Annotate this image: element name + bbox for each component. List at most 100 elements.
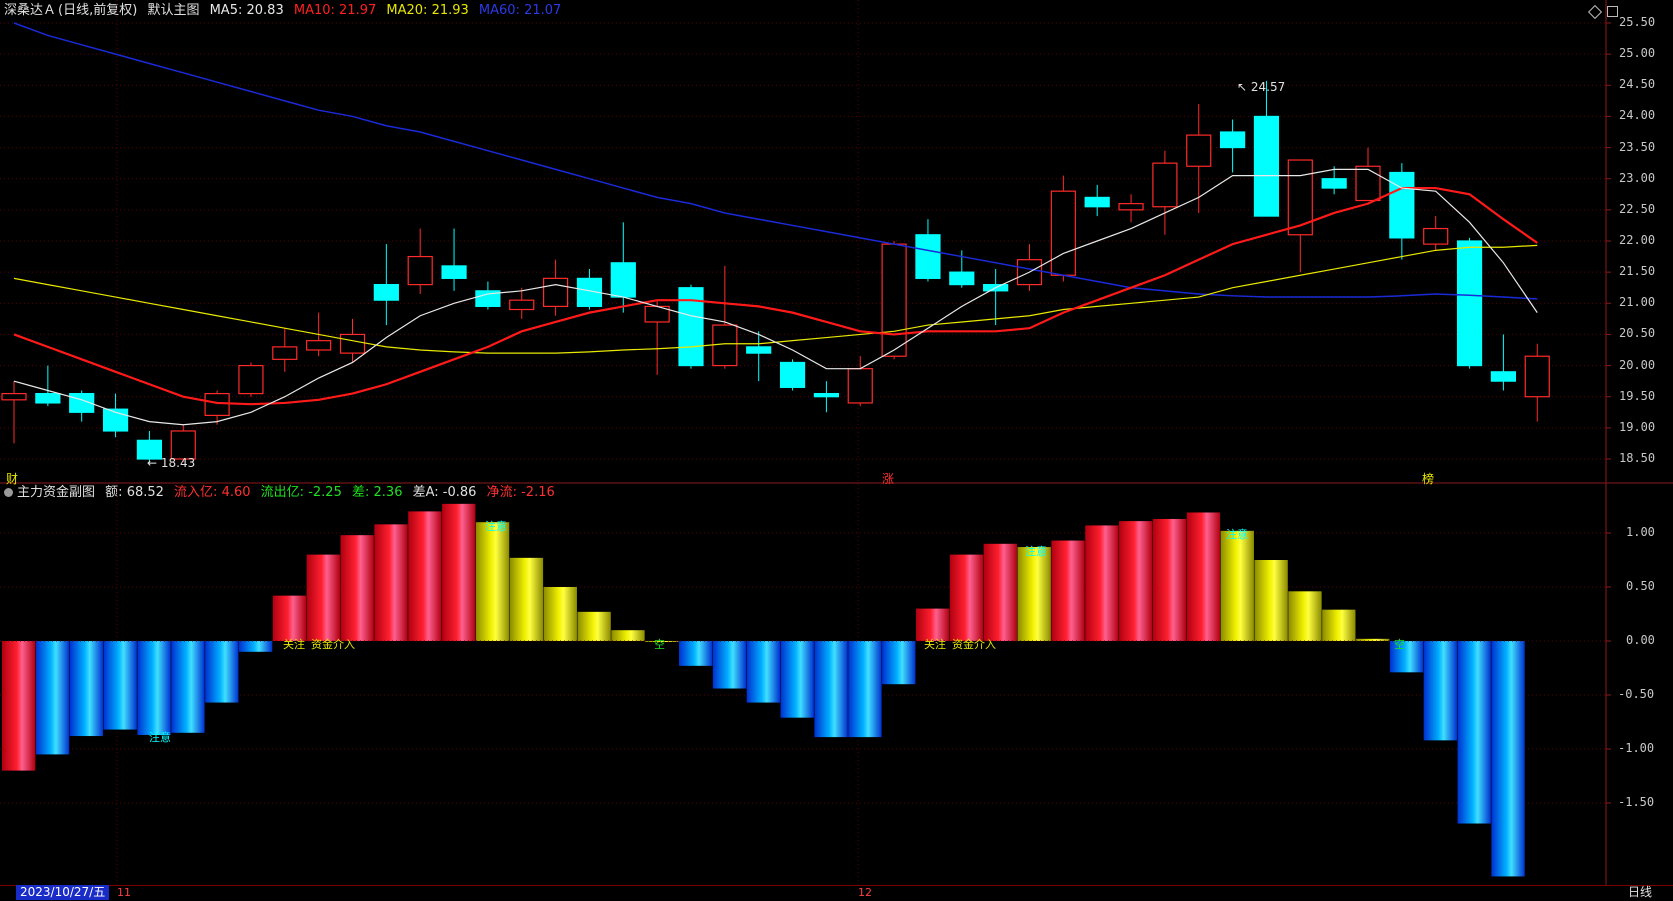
fund-axis-label: 0.00 — [1626, 633, 1655, 647]
capital-in-label-2: 资金介入 — [952, 638, 996, 651]
candle-up — [1, 393, 27, 401]
zhang-marker: 涨 — [882, 472, 895, 486]
candle-down — [1389, 171, 1415, 239]
candle-down — [779, 361, 806, 388]
fund-bar-blue — [1457, 641, 1491, 824]
fund-bar-yellow — [475, 522, 510, 641]
candle-down — [35, 393, 61, 404]
fund-axis-label: -1.00 — [1618, 741, 1655, 755]
candle-down — [1253, 115, 1280, 217]
candle-up — [542, 277, 569, 308]
fund-bar-yellow — [1288, 591, 1322, 641]
price-axis-label: 25.50 — [1619, 15, 1656, 29]
fund-axis-label: 1.00 — [1626, 525, 1655, 539]
candle-down — [915, 234, 941, 279]
fund-bar-red — [2, 641, 36, 771]
price-axis-label: 22.00 — [1619, 233, 1656, 247]
candle-down — [373, 284, 399, 301]
fund-axis-label: 0.50 — [1626, 579, 1655, 593]
bang-marker: 榜 — [1422, 472, 1435, 486]
fund-bar-blue — [205, 641, 239, 703]
candle-down — [1490, 371, 1517, 382]
fund-bar-blue — [780, 641, 814, 718]
candle-down — [949, 271, 975, 286]
fund-bar-blue — [1491, 641, 1525, 877]
price-axis-label: 25.00 — [1619, 46, 1656, 61]
fund-bar-blue — [137, 641, 171, 735]
period-selector[interactable]: 日线 — [1628, 885, 1652, 900]
candle-up — [407, 255, 433, 286]
fund-bar-red — [408, 511, 442, 641]
fund-bar-red — [1051, 540, 1085, 641]
bottom-time-axis — [0, 885, 1673, 901]
candle-up — [1524, 355, 1550, 398]
candle-down — [813, 393, 840, 398]
fund-bar-blue — [882, 641, 916, 685]
candle-up — [170, 430, 196, 460]
candle-down — [1219, 131, 1246, 149]
capital-in-label-1: 资金介入 — [311, 638, 355, 651]
fund-bar-red — [949, 554, 984, 641]
price-axis-label: 24.50 — [1619, 77, 1656, 92]
fund-bar-red — [1085, 525, 1119, 641]
candle-up — [1423, 227, 1449, 245]
fund-bar-red — [306, 554, 340, 641]
fund-bar-blue — [35, 641, 70, 755]
fund-bar-yellow — [509, 557, 544, 641]
fund-bar-yellow — [1017, 547, 1051, 641]
candle-down — [1456, 240, 1483, 367]
candle-up — [1118, 203, 1144, 211]
price-axis-label: 21.50 — [1619, 264, 1656, 279]
attention-label-2: 注意 — [485, 520, 507, 533]
fund-bar-red — [1186, 512, 1221, 641]
candle-up — [272, 346, 298, 360]
fund-bar-red — [374, 524, 408, 641]
empty-label-1: 空 — [654, 638, 665, 651]
fund-bar-red — [442, 503, 476, 641]
candle-up — [881, 243, 907, 357]
fund-bar-red — [1152, 518, 1187, 641]
candle-up — [1050, 190, 1076, 276]
month-label-11: 11 — [117, 886, 131, 899]
candle-up — [339, 333, 366, 354]
fund-axis-label: -0.50 — [1618, 687, 1655, 701]
fund-bar-blue — [848, 641, 882, 738]
focus-label-2: 关注 — [924, 638, 946, 651]
date-readout: 2023/10/27/五 — [16, 885, 110, 900]
candle-down — [746, 346, 772, 354]
candle-up — [847, 368, 873, 404]
fund-bar-blue — [238, 641, 273, 652]
fund-bar-blue — [69, 641, 104, 737]
focus-label-1: 关注 — [283, 638, 305, 651]
fund-bar-red — [272, 595, 307, 641]
candle-up — [238, 364, 264, 395]
candle-up — [204, 393, 230, 417]
attention-label-4: 注意 — [1226, 528, 1248, 541]
candle-up — [712, 324, 738, 367]
fund-bar-red — [983, 543, 1017, 641]
price-axis-label: 21.00 — [1619, 295, 1656, 310]
fund-bar-yellow — [577, 611, 611, 641]
fund-bar-blue — [1423, 641, 1458, 741]
fund-bar-red — [1119, 521, 1153, 641]
price-chart[interactable] — [0, 0, 1673, 900]
candle-up — [1186, 134, 1212, 167]
fund-bar-yellow — [1254, 560, 1288, 641]
cai-marker: 财 — [6, 472, 19, 486]
candle-up — [1287, 159, 1313, 236]
candle-down — [1321, 178, 1347, 189]
price-axis-label: 22.50 — [1619, 201, 1656, 216]
price-axis-label: 24.00 — [1619, 108, 1656, 123]
candle-up — [1152, 162, 1178, 208]
fund-bar-yellow — [1220, 530, 1254, 641]
fund-bar-blue — [814, 641, 848, 738]
fund-bar-yellow — [1322, 609, 1356, 641]
fund-bar-yellow — [543, 587, 577, 641]
month-label-12: 12 — [858, 886, 872, 899]
fund-bar-yellow — [611, 630, 645, 641]
attention-label-3: 注意 — [1025, 545, 1047, 558]
empty-label-2: 空 — [1394, 638, 1405, 651]
price-axis-label: 20.50 — [1619, 326, 1656, 341]
attention-label-1: 注意 — [149, 731, 171, 744]
fund-bar-blue — [712, 641, 747, 689]
